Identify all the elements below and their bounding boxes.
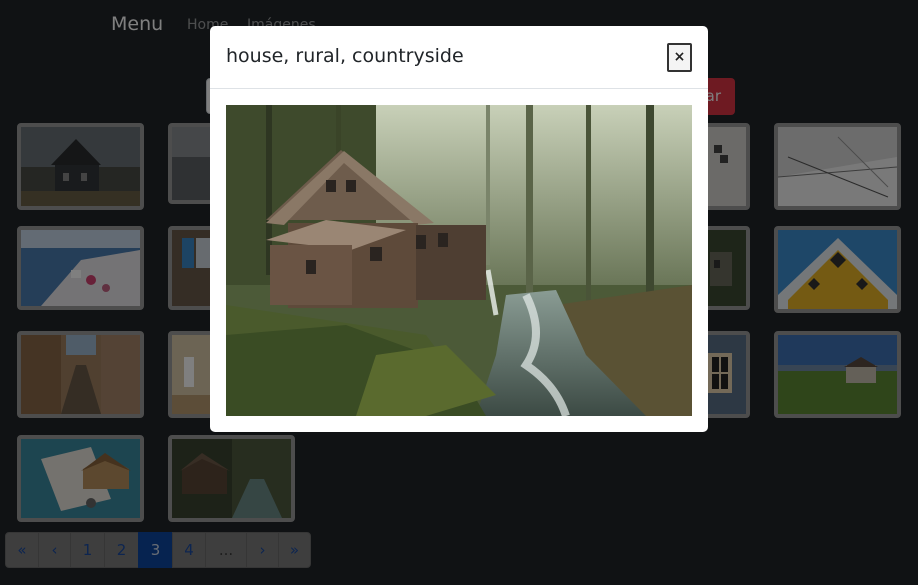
modal-header: house, rural, countryside × (210, 26, 708, 89)
modal-title: house, rural, countryside (226, 45, 464, 67)
close-button[interactable]: × (667, 43, 692, 72)
image-modal: house, rural, countryside × (210, 26, 708, 432)
modal-body (226, 105, 692, 416)
modal-image (226, 105, 692, 416)
